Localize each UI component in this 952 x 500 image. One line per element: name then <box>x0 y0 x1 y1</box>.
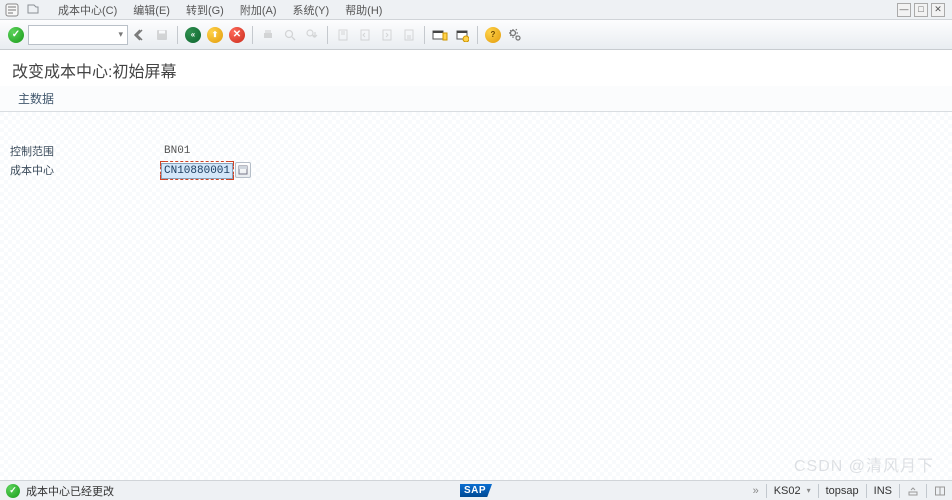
menu-bar: 成本中心(C) 编辑(E) 转到(G) 附加(A) 系统(Y) 帮助(H) — … <box>0 0 952 20</box>
new-session-button[interactable] <box>430 25 450 45</box>
sub-toolbar: 主数据 <box>0 86 952 112</box>
tcode-display[interactable]: KS02 <box>774 485 801 497</box>
prev-page-button[interactable] <box>355 25 375 45</box>
window-controls: — □ ✕ <box>897 3 948 17</box>
toolbar: ✓ ▾ « ⬆ ✕ ? <box>0 20 952 50</box>
scroll-indicator[interactable] <box>907 485 919 497</box>
menu-edit[interactable]: 编辑(E) <box>125 0 178 20</box>
next-page-button[interactable] <box>377 25 397 45</box>
help-button[interactable]: ? <box>483 25 503 45</box>
menu-goto[interactable]: 转到(G) <box>178 0 232 20</box>
back-nav-button[interactable]: « <box>183 25 203 45</box>
cost-center-label: 成本中心 <box>10 162 160 178</box>
settings-button[interactable] <box>505 25 525 45</box>
cancel-button[interactable]: ✕ <box>227 25 247 45</box>
value-help-button[interactable] <box>235 162 251 178</box>
status-bar: ✓ 成本中心已经更改 SAP » KS02▾ topsap INS <box>0 480 952 500</box>
page-title: 改变成本中心:初始屏幕 <box>0 50 952 86</box>
expand-icon[interactable]: » <box>753 485 759 497</box>
sap-logo: SAP <box>460 484 492 497</box>
insert-mode[interactable]: INS <box>874 485 892 497</box>
menu-help[interactable]: 帮助(H) <box>337 0 390 20</box>
controlling-area-row: 控制范围 BN01 <box>10 142 942 160</box>
cost-center-input[interactable] <box>161 163 233 179</box>
menu-cost-center[interactable]: 成本中心(C) <box>50 0 125 20</box>
form-area: 控制范围 BN01 成本中心 <box>0 112 952 179</box>
exit-button[interactable]: ⬆ <box>205 25 225 45</box>
controlling-area-label: 控制范围 <box>10 143 160 159</box>
print-button[interactable] <box>258 25 278 45</box>
first-page-button[interactable] <box>333 25 353 45</box>
enter-button[interactable]: ✓ <box>6 25 26 45</box>
cost-center-row: 成本中心 <box>10 161 942 179</box>
command-field[interactable]: ▾ <box>28 25 128 45</box>
status-icon: ✓ <box>6 484 20 498</box>
system-display[interactable]: topsap <box>826 485 859 497</box>
master-data-button[interactable]: 主数据 <box>18 90 54 107</box>
close-button[interactable]: ✕ <box>931 3 945 17</box>
menu-extras[interactable]: 附加(A) <box>232 0 285 20</box>
layout-indicator[interactable] <box>934 485 946 497</box>
back-button[interactable] <box>130 25 150 45</box>
watermark: CSDN @清风月下 <box>794 452 934 476</box>
menu-system[interactable]: 系统(Y) <box>285 0 338 20</box>
minimize-button[interactable]: — <box>897 3 911 17</box>
last-page-button[interactable] <box>399 25 419 45</box>
status-message: 成本中心已经更改 <box>26 483 114 499</box>
app-icon <box>4 2 20 18</box>
window-tab-icon[interactable] <box>26 2 42 18</box>
find-next-button[interactable] <box>302 25 322 45</box>
maximize-button[interactable]: □ <box>914 3 928 17</box>
save-button[interactable] <box>152 25 172 45</box>
shortcut-button[interactable] <box>452 25 472 45</box>
cost-center-highlight <box>160 161 234 180</box>
find-button[interactable] <box>280 25 300 45</box>
controlling-area-value: BN01 <box>160 144 230 158</box>
